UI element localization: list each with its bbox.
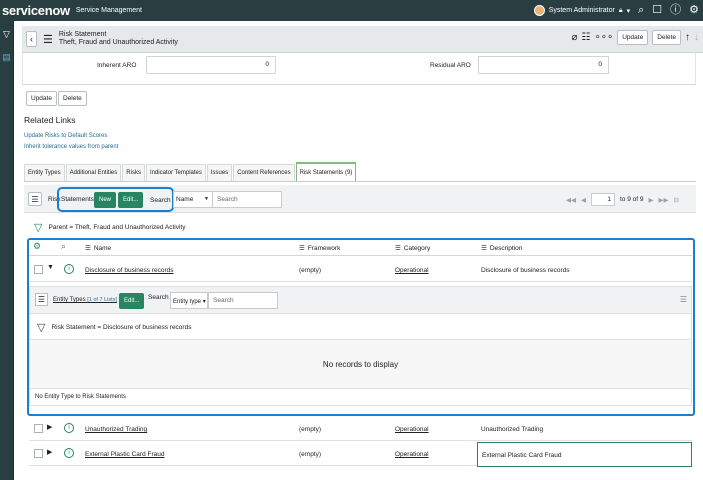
tab-indicator-templates[interactable]: Indicator Templates — [145, 164, 206, 181]
cell-framework: (empty) — [299, 451, 322, 458]
cell-category[interactable]: Operational — [395, 426, 429, 433]
inherent-aro-label: Inherent ARO — [97, 62, 137, 69]
inherent-aro-field[interactable]: 0 — [146, 56, 276, 74]
update-button[interactable]: Update — [26, 91, 57, 106]
chevron-down-icon: ▼ — [204, 196, 209, 202]
tab-risks[interactable]: Risks — [122, 164, 145, 181]
info-icon[interactable]: i — [64, 448, 74, 458]
highlight-expanded-row — [27, 238, 695, 416]
expand-row-icon[interactable]: ▶ — [47, 448, 52, 456]
tab-additional-entities[interactable]: Additional Entities — [65, 164, 122, 181]
delete-button[interactable]: Delete — [58, 91, 87, 106]
collapse-icon[interactable]: ⊟ — [674, 196, 679, 204]
tab-issues[interactable]: Issues — [206, 164, 233, 181]
search-icon[interactable]: ⌕ — [638, 5, 644, 16]
form-title-table: Risk Statement — [58, 31, 107, 38]
user-name: System Administrator — [548, 7, 615, 14]
banner-tools: System Administrator 🔒︎ ▾ ⌕ ☐ ⓘ ⚙ — [533, 0, 699, 21]
related-links-title: Related Links — [24, 115, 76, 125]
first-page-icon[interactable]: ◀◀ — [566, 196, 576, 204]
filter-icon[interactable]: ▽ — [34, 221, 42, 234]
form-context-menu-icon[interactable]: ☰ — [43, 33, 53, 46]
info-icon[interactable]: i — [64, 423, 74, 433]
help-icon[interactable]: ⓘ — [670, 5, 681, 16]
residual-aro-label: Residual ARO — [430, 62, 471, 69]
arrow-down-icon[interactable]: ↓ — [694, 32, 699, 43]
filter-navigator-icon[interactable]: ▽ — [0, 29, 13, 40]
tab-risk-statements[interactable]: Risk Statements (9) — [295, 162, 357, 181]
cell-description: Unauthorized Trading — [481, 426, 544, 433]
form-header: ‹ ☰ Risk Statement Theft, Fraud and Unau… — [22, 26, 703, 53]
update-button-header[interactable]: Update — [617, 30, 649, 45]
app-navigator-rail: ▽ ▤ — [0, 21, 14, 480]
next-page-icon[interactable]: ▶ — [649, 196, 654, 204]
highlight-list-actions — [57, 187, 174, 212]
update-risks-link[interactable]: Update Risks to Default Scores — [24, 133, 107, 139]
product-name: Service Management — [75, 7, 142, 14]
form-title: Risk Statement Theft, Fraud and Unauthor… — [59, 31, 178, 47]
cell-category[interactable]: Operational — [395, 451, 429, 458]
page-input[interactable]: 1 — [591, 193, 615, 206]
form-title-record: Theft, Fraud and Unauthorized Activity — [58, 39, 178, 46]
avatar — [533, 5, 545, 16]
search-field-select[interactable]: Name ▼ — [173, 191, 213, 208]
breadcrumb-text[interactable]: Parent = Theft, Fraud and Unauthorized A… — [48, 224, 185, 231]
prev-page-icon[interactable]: ◀ — [581, 196, 586, 204]
page-range: to 9 of 9 — [620, 196, 644, 203]
search-input[interactable]: Search — [212, 191, 282, 208]
back-button[interactable]: ‹ — [26, 31, 37, 47]
row-checkbox[interactable] — [34, 449, 43, 458]
delete-button-header[interactable]: Delete — [652, 30, 681, 45]
more-icon[interactable]: ∘∘∘ — [594, 32, 613, 43]
top-banner: servicenow Service Management System Adm… — [0, 0, 703, 21]
arrow-up-icon[interactable]: ↑ — [685, 32, 690, 43]
list-menu-icon[interactable]: ☰ — [28, 192, 42, 206]
chevron-down-icon: ▾ — [626, 7, 631, 15]
cell-framework: (empty) — [299, 426, 322, 433]
lock-icon: 🔒︎ — [618, 6, 623, 14]
user-menu[interactable]: System Administrator 🔒︎ ▾ — [533, 5, 631, 16]
last-page-icon[interactable]: ▶▶ — [659, 196, 669, 204]
inherit-tolerance-link[interactable]: Inherit tolerance values from parent — [24, 144, 118, 150]
breadcrumb: ▽ Parent = Theft, Fraud and Unauthorized… — [34, 221, 185, 234]
cell-name[interactable]: External Plastic Card Fraud — [85, 451, 164, 458]
gear-icon[interactable]: ⚙ — [689, 5, 699, 16]
table-row[interactable]: ▶ i Unauthorized Trading (empty) Operati… — [29, 417, 692, 441]
attachment-icon[interactable]: ⌀ — [571, 32, 577, 43]
tab-content-references[interactable]: Content References — [233, 164, 295, 181]
chat-icon[interactable]: ☐ — [652, 5, 662, 16]
pagination: ◀◀ ◀ 1 to 9 of 9 ▶ ▶▶ ⊟ — [566, 193, 679, 206]
favorites-icon[interactable]: ▤ — [0, 52, 13, 63]
header-actions: ⌀ ☷ ∘∘∘ Update Delete ↑ ↓ — [571, 30, 699, 45]
tab-entity-types[interactable]: Entity Types — [24, 164, 65, 181]
settings-sliders-icon[interactable]: ☷ — [581, 32, 590, 43]
residual-aro-field[interactable]: 0 — [478, 56, 609, 74]
expand-row-icon[interactable]: ▶ — [47, 423, 52, 431]
related-lists-tabs: Entity Types Additional Entities Risks I… — [24, 162, 696, 182]
cell-name[interactable]: Unauthorized Trading — [85, 426, 147, 433]
row-checkbox[interactable] — [34, 424, 43, 433]
search-field-value: Name — [176, 196, 194, 203]
servicenow-logo[interactable]: servicenow — [2, 3, 70, 18]
cell-description-selected[interactable]: External Plastic Card Fraud — [477, 442, 692, 467]
